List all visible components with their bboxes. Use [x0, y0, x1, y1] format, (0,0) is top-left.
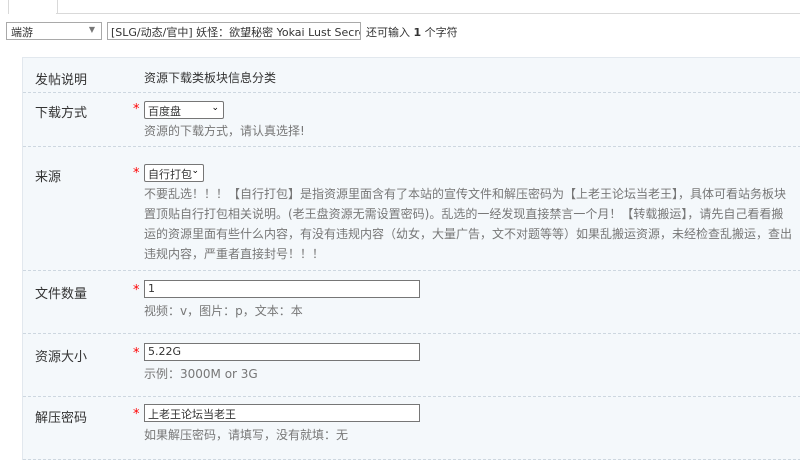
file-count-value: 1	[148, 282, 155, 295]
tab-divider	[56, 13, 800, 14]
title-row: 端游 ▼ [SLG/动态/官中] 妖怪：欲望秘密 Yokai Lust Secr…	[0, 22, 800, 44]
label-download-method: 下载方式	[35, 106, 88, 121]
required-mark: *	[133, 346, 140, 361]
tab-bar	[0, 0, 800, 14]
hint-count: 1	[413, 26, 422, 39]
unzip-password-help: 如果解压密码，请填写，没有就填：无	[144, 428, 349, 442]
source-help-line: 违规内容，严重者直接封号！！！	[144, 247, 325, 261]
label-file-count: 文件数量	[35, 287, 88, 302]
source-help-line: 不要乱选！！！【自行打包】是指资源里面含有了本站的宣传文件和解压密码为【上老王论…	[144, 187, 787, 201]
source-select[interactable]: 自行打包 ⌄	[144, 164, 204, 182]
post-type-select[interactable]: 端游 ▼	[6, 22, 102, 40]
file-count-help: 视频：v，图片：p，文本：本	[144, 304, 303, 318]
source-help: 不要乱选！！！【自行打包】是指资源里面含有了本站的宣传文件和解压密码为【上老王论…	[144, 184, 800, 264]
row-file-count: 文件数量 * 1 视频：v，图片：p，文本：本	[23, 270, 800, 334]
hint-prefix: 还可输入	[366, 26, 410, 39]
resource-size-input[interactable]: 5.22G	[144, 343, 420, 361]
chevron-down-icon: ⌄	[191, 166, 199, 176]
row-source: 来源 * 自行打包 ⌄ 不要乱选！！！【自行打包】是指资源里面含有了本站的宣传文…	[23, 146, 800, 271]
unzip-password-value: 上老王论坛当老王	[148, 408, 236, 421]
hint-suffix: 个字符	[424, 26, 458, 39]
title-char-hint: 还可输入 1 个字符	[366, 24, 458, 40]
source-help-line: 运的资源里面有些什么内容，有没有违规内容（幼女，大量广告，文不对题等等）如果乱搬…	[144, 227, 793, 241]
chevron-down-icon: ⌄	[211, 103, 219, 113]
row-post-desc: 发帖说明 资源下载类板块信息分类	[23, 58, 800, 93]
download-method-select[interactable]: 百度盘 ⌄	[144, 101, 224, 119]
post-options-form: 发帖说明 资源下载类板块信息分类 下载方式 * 百度盘 ⌄ 资源的下载方式，请认…	[22, 57, 800, 460]
label-post-desc: 发帖说明	[35, 73, 88, 88]
post-title-input[interactable]: [SLG/动态/官中] 妖怪：欲望秘密 Yokai Lust Secret v2…	[107, 22, 361, 40]
row-download-method: 下载方式 * 百度盘 ⌄ 资源的下载方式，请认真选择!	[23, 92, 800, 147]
required-mark: *	[133, 407, 140, 422]
resource-size-help: 示例：3000M or 3G	[144, 367, 258, 381]
tab-active[interactable]	[8, 0, 58, 14]
required-mark: *	[133, 166, 140, 181]
chevron-down-icon: ▼	[88, 25, 95, 34]
post-title-value: [SLG/动态/官中] 妖怪：欲望秘密 Yokai Lust Secret v2…	[111, 26, 360, 39]
required-mark: *	[133, 283, 140, 298]
label-source: 来源	[35, 170, 62, 185]
label-resource-size: 资源大小	[35, 350, 88, 365]
unzip-password-input[interactable]: 上老王论坛当老王	[144, 404, 420, 422]
post-desc-value: 资源下载类板块信息分类	[144, 71, 277, 85]
download-method-value: 百度盘	[148, 105, 181, 118]
row-resource-size: 资源大小 * 5.22G 示例：3000M or 3G	[23, 333, 800, 397]
resource-size-value: 5.22G	[148, 345, 182, 358]
row-unzip-password: 解压密码 * 上老王论坛当老王 如果解压密码，请填写，没有就填：无	[23, 396, 800, 460]
source-value: 自行打包	[148, 168, 192, 181]
download-method-help: 资源的下载方式，请认真选择!	[144, 124, 305, 138]
source-help-line: 置顶贴自行打包相关说明。(老王盘资源无需设置密码)。乱选的一经发现直接禁言一个月…	[144, 207, 784, 221]
file-count-input[interactable]: 1	[144, 280, 420, 298]
required-mark: *	[133, 102, 140, 117]
label-unzip-password: 解压密码	[35, 411, 88, 426]
post-type-value: 端游	[11, 26, 33, 39]
